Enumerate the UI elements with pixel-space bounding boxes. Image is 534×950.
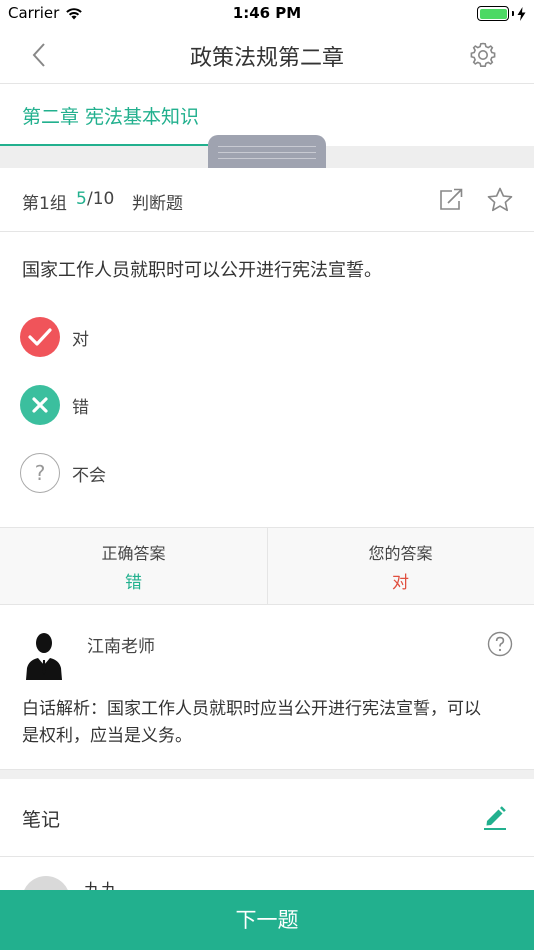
share-icon <box>440 188 463 210</box>
option-label: 不会 <box>72 465 106 486</box>
question-text: 国家工作人员就职时可以公开进行宪法宣誓。 <box>22 260 382 281</box>
your-answer-label: 您的答案 <box>368 544 433 563</box>
star-icon <box>487 187 513 212</box>
teacher-name: 江南老师 <box>87 637 155 657</box>
drag-handle[interactable] <box>208 135 326 168</box>
group-label: 第1组 <box>22 194 67 214</box>
option-unknown[interactable]: ? 不会 <box>20 452 500 494</box>
status-time: 1:46 PM <box>232 4 302 22</box>
section-gap <box>0 769 534 779</box>
total-questions: /10 <box>87 189 115 209</box>
your-answer-value: 对 <box>392 573 409 593</box>
next-question-button[interactable]: 下一题 <box>0 890 534 950</box>
teacher-avatar <box>24 630 64 680</box>
option-label: 对 <box>72 329 89 350</box>
favorite-button[interactable] <box>486 186 514 218</box>
battery <box>477 6 526 21</box>
option-label: 错 <box>72 397 89 418</box>
question-type: 判断题 <box>132 194 183 214</box>
settings-button[interactable] <box>468 40 498 70</box>
bolt-icon <box>517 6 526 21</box>
check-circle-icon <box>20 317 60 357</box>
chapter-tab-label: 第二章 宪法基本知识 <box>22 106 200 128</box>
answer-panel: 正确答案 错 您的答案 对 <box>0 527 534 605</box>
pencil-icon <box>484 806 506 830</box>
x-circle-icon <box>20 385 60 425</box>
correct-answer: 正确答案 错 <box>0 528 267 604</box>
question-circle-icon <box>487 631 513 657</box>
correct-answer-value: 错 <box>125 573 142 593</box>
your-answer: 您的答案 对 <box>267 528 534 604</box>
edit-note-button[interactable] <box>482 803 508 835</box>
status-bar: Carrier 1:46 PM <box>0 0 534 28</box>
notes-header: 笔记 <box>0 779 534 857</box>
analysis-text: 白话解析：国家工作人员就职时应当公开进行宪法宣誓，可以是权利，应当是义务。 <box>22 699 481 746</box>
current-question-number: 5 <box>76 189 87 209</box>
battery-icon <box>477 6 509 21</box>
question-circle-icon: ? <box>20 453 60 493</box>
share-button[interactable] <box>438 186 464 216</box>
notes-title: 笔记 <box>22 809 61 831</box>
help-button[interactable] <box>487 631 513 657</box>
option-false[interactable]: 错 <box>20 384 500 426</box>
option-true[interactable]: 对 <box>20 316 500 358</box>
correct-answer-label: 正确答案 <box>101 544 166 563</box>
page-title: 政策法规第二章 <box>189 46 344 71</box>
gear-icon <box>470 42 496 67</box>
nav-bar: 政策法规第二章 <box>0 28 534 84</box>
